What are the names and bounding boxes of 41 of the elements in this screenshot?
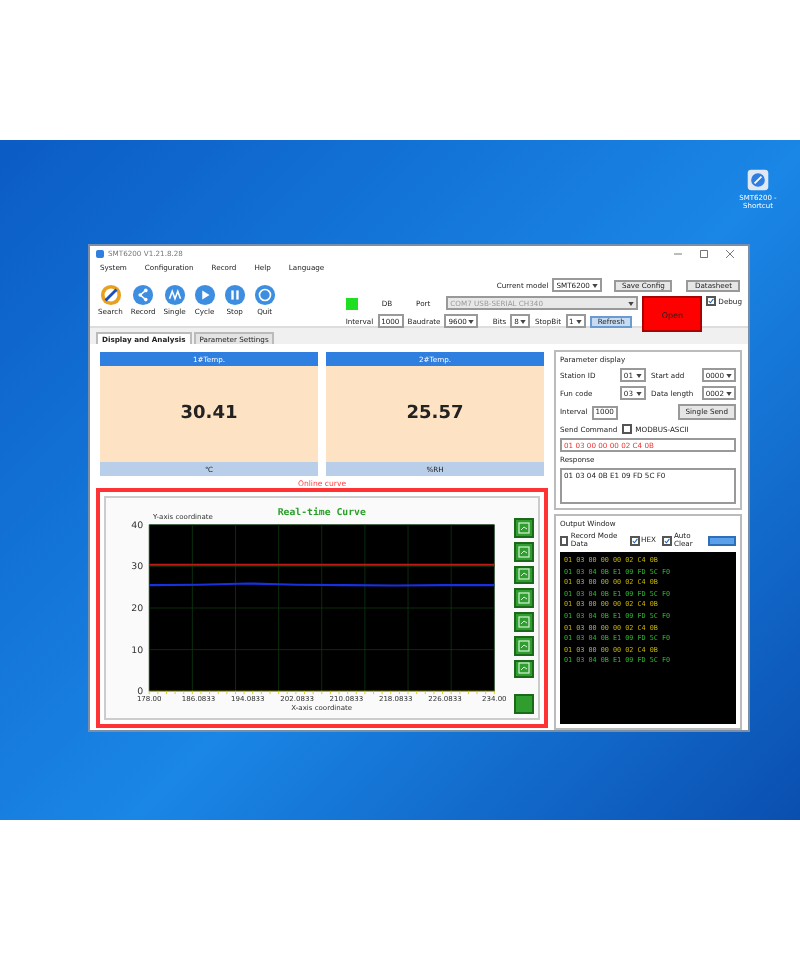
- caret-icon: [635, 373, 641, 377]
- search-icon: [99, 284, 122, 307]
- caret-icon: [726, 373, 732, 377]
- checkbox[interactable]: [629, 535, 639, 545]
- wave-icon: [163, 284, 186, 307]
- caret-icon: [520, 319, 527, 324]
- reading-value: 25.57: [406, 404, 464, 424]
- frame-icon: [518, 662, 530, 675]
- caret-icon: [468, 319, 475, 324]
- checkbox[interactable]: [661, 535, 672, 545]
- chart-tool-button[interactable]: [514, 635, 534, 655]
- chart-tool-button[interactable]: [514, 565, 534, 585]
- ring-icon: [253, 284, 276, 307]
- maximize-icon[interactable]: [700, 249, 708, 258]
- app-shortcut-icon[interactable]: [746, 168, 770, 192]
- chart-tool-button[interactable]: [514, 588, 534, 608]
- caret-icon: [591, 283, 598, 288]
- frame-icon: [518, 639, 530, 652]
- frame-icon: [518, 592, 530, 605]
- checkbox[interactable]: [706, 296, 717, 307]
- close-icon[interactable]: [726, 249, 734, 258]
- caret-icon: [726, 391, 732, 395]
- caret-icon: [635, 391, 641, 395]
- chart-tool-button[interactable]: [514, 541, 534, 561]
- share-icon: [132, 284, 155, 307]
- caret-icon: [628, 301, 635, 306]
- frame-icon: [518, 568, 530, 581]
- frame-icon: [518, 615, 530, 628]
- play-icon: [193, 284, 216, 307]
- chart-tool-button[interactable]: [514, 518, 534, 538]
- pause-icon: [223, 284, 246, 307]
- frame-icon: [518, 545, 530, 558]
- clear-button[interactable]: [708, 535, 736, 545]
- caret-icon: [575, 319, 582, 324]
- chart-tool-button[interactable]: [514, 659, 534, 679]
- reading-value: 30.41: [180, 404, 238, 424]
- frame-icon: [518, 521, 530, 534]
- chart-tool-button[interactable]: [514, 612, 534, 632]
- app-icon: [96, 249, 104, 258]
- checkbox[interactable]: [560, 535, 569, 545]
- checkbox[interactable]: [621, 424, 632, 434]
